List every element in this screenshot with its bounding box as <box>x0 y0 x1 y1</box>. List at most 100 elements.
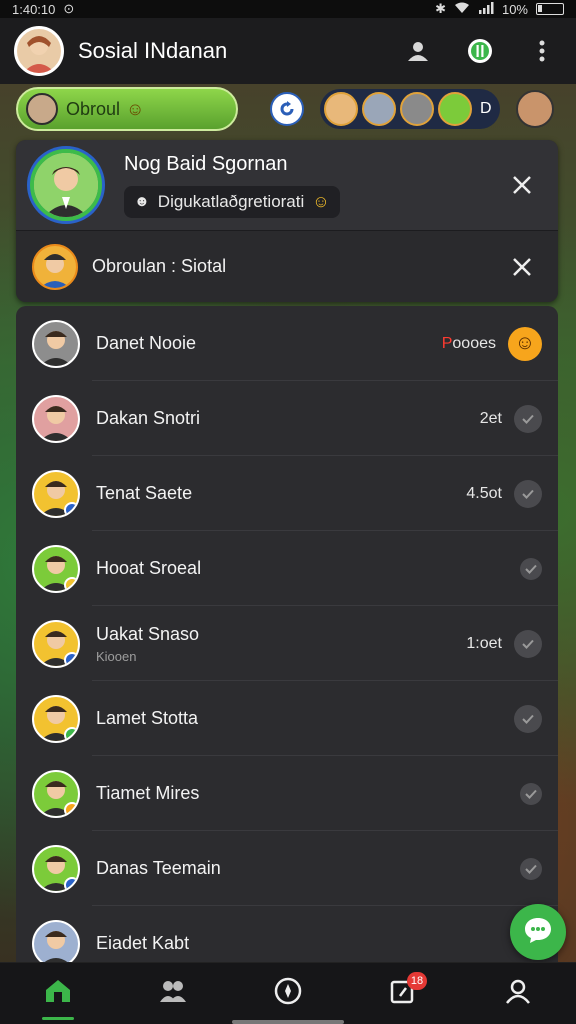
chat-row[interactable]: Uakat Snaso Kiooen 1:oet <box>16 606 558 681</box>
chat-text: Eiadet Kabt <box>96 933 542 954</box>
face-icon: ☻ <box>134 193 150 210</box>
panel-subrow[interactable]: Obroulan : Siotal <box>16 230 558 302</box>
contact-avatar[interactable] <box>30 149 102 221</box>
signal-icon <box>478 1 494 17</box>
check-icon <box>520 857 542 880</box>
story-avatar[interactable] <box>324 92 358 126</box>
close-icon[interactable] <box>508 253 536 281</box>
emoji-icon: ☺ <box>126 98 145 119</box>
presence-badge <box>64 576 78 591</box>
chat-meta <box>520 782 542 805</box>
nav-calls[interactable]: 18 <box>373 966 433 1022</box>
panel-header: Nog Baid Sgornan ☻ Digukatlaðgretiorati … <box>16 140 558 230</box>
status-bar: 1:40:10 ⊙ ✱ 10% <box>0 0 576 18</box>
chat-text: Dakan Snotri <box>96 408 480 429</box>
subrow-label: Obroulan : Siotal <box>92 256 227 276</box>
status-time: 1:40:10 <box>12 1 56 17</box>
wifi-icon <box>454 2 470 17</box>
emoji-badge-icon: ☺ <box>508 326 542 361</box>
check-icon <box>514 404 542 433</box>
new-chat-button[interactable] <box>510 904 566 960</box>
chat-row[interactable]: Hooat Sroeal <box>16 531 558 606</box>
chat-name: Tiamet Mires <box>96 783 200 803</box>
chat-text: Lamet Stotta <box>96 708 514 729</box>
presence-badge <box>64 876 78 891</box>
more-vert-icon[interactable] <box>522 31 562 71</box>
chat-row[interactable]: Eiadet Kabt <box>16 906 558 962</box>
story-avatar[interactable] <box>400 92 434 126</box>
story-avatar[interactable] <box>438 92 472 126</box>
panel-chip[interactable]: ☻ Digukatlaðgretiorati ☺ <box>124 185 340 218</box>
app-title: Sosial INdanan <box>78 38 228 63</box>
presence-badge <box>64 501 78 516</box>
chat-name: Danas Teemain <box>96 858 221 878</box>
chat-text: Danet Nooie <box>96 333 442 354</box>
contact-panel: Nog Baid Sgornan ☻ Digukatlaðgretiorati … <box>16 140 558 302</box>
chat-name: Hooat Sroeal <box>96 558 202 578</box>
story-pill[interactable]: Obroul ☺ <box>16 87 238 131</box>
chat-row[interactable]: Dakan Snotri 2et <box>16 381 558 456</box>
chat-avatar <box>32 394 80 443</box>
home-indicator <box>232 1020 344 1024</box>
chat-list: Danet Nooie Poooes ☺ Dakan Snotri 2et Tenat S… <box>16 306 558 962</box>
panel-title: Nog Baid Sgornan <box>124 152 288 175</box>
story-avatars[interactable]: D <box>320 89 500 129</box>
chat-name: Dakan Snotri <box>96 408 201 428</box>
nav-profile[interactable] <box>488 966 548 1022</box>
nav-home[interactable] <box>28 966 88 1022</box>
nav-explore[interactable] <box>258 966 318 1022</box>
chat-time: 1:oet <box>466 634 502 652</box>
chat-meta <box>514 704 542 733</box>
chat-time-highlight: P <box>441 334 453 352</box>
app-header: Sosial INdanan <box>0 18 576 84</box>
chat-meta: Poooes ☺ <box>441 326 542 361</box>
compass-icon <box>273 976 303 1011</box>
story-strip: Obroul ☺ D <box>0 84 576 134</box>
chat-avatar <box>32 919 80 962</box>
presence-badge <box>64 801 78 816</box>
chat-row[interactable]: Danas Teemain <box>16 831 558 906</box>
chat-meta <box>520 857 542 880</box>
profile-avatar[interactable] <box>14 26 64 76</box>
check-icon <box>514 479 542 508</box>
chat-text: Uakat Snaso Kiooen <box>96 624 466 664</box>
chat-avatar <box>32 544 80 593</box>
chat-row[interactable]: Danet Nooie Poooes ☺ <box>16 306 558 381</box>
people-icon[interactable] <box>398 31 438 71</box>
profile-icon <box>504 977 532 1010</box>
smile-icon: ☺ <box>312 191 330 211</box>
close-icon[interactable] <box>508 171 536 199</box>
story-more-label: D <box>480 100 492 117</box>
chat-text: Danas Teemain <box>96 858 520 879</box>
chat-avatar <box>32 694 80 743</box>
chat-meta: 2et <box>480 404 542 433</box>
presence-badge <box>64 651 78 666</box>
chat-preview: Kiooen <box>96 648 137 664</box>
chat-time-rest: oooes <box>452 334 496 352</box>
presence-badge <box>64 726 78 741</box>
nav-community[interactable] <box>143 966 203 1022</box>
home-icon <box>44 978 72 1009</box>
chat-avatar <box>32 319 80 368</box>
check-icon <box>520 557 542 580</box>
battery-percent: 10% <box>501 1 528 17</box>
story-pill-avatar <box>26 93 58 125</box>
chat-row[interactable]: Lamet Stotta <box>16 681 558 756</box>
chat-avatar <box>32 844 80 893</box>
chat-meta: 4.5ot <box>466 479 542 508</box>
chat-text: Tiamet Mires <box>96 783 520 804</box>
story-avatar[interactable] <box>362 92 396 126</box>
chat-row[interactable]: Tiamet Mires <box>16 756 558 831</box>
chat-name: Tenat Saete <box>96 483 193 503</box>
refresh-icon[interactable] <box>270 92 304 126</box>
bottom-nav: 18 <box>0 962 576 1024</box>
chat-meta <box>520 557 542 580</box>
status-icon[interactable] <box>460 31 500 71</box>
chat-avatar <box>32 469 80 518</box>
chat-row[interactable]: Tenat Saete 4.5ot <box>16 456 558 531</box>
chat-text: Tenat Saete <box>96 483 466 504</box>
story-avatar[interactable] <box>515 90 554 128</box>
chat-avatar <box>32 769 80 818</box>
chat-name: Eiadet Kabt <box>96 933 190 953</box>
bluetooth-icon: ✱ <box>435 1 446 16</box>
